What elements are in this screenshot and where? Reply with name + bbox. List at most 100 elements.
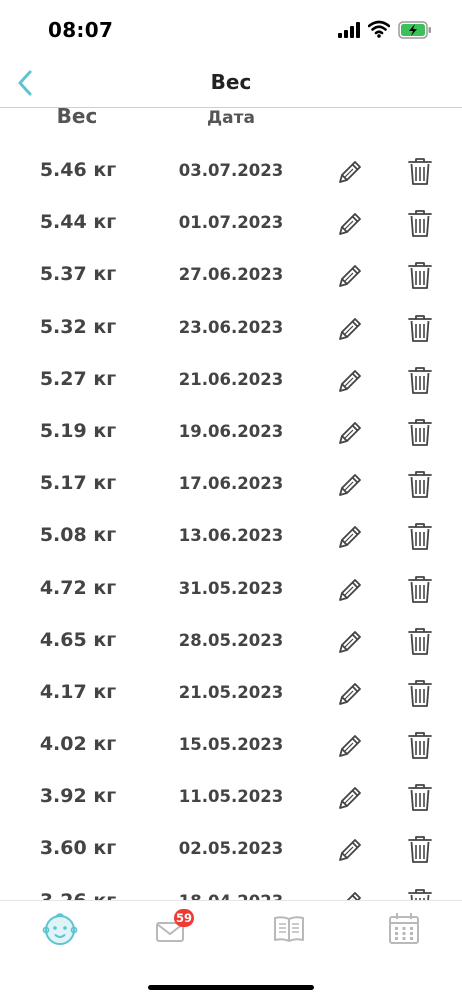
trash-icon	[405, 729, 435, 761]
pencil-icon	[335, 157, 365, 187]
wifi-icon	[368, 20, 390, 38]
weight-list[interactable]: Вес Дата 5.46 кг03.07.20235.44 кг01.07.2…	[0, 108, 462, 900]
column-header-weight: Вес	[40, 108, 114, 128]
date-value: 23.06.2023	[168, 318, 294, 337]
table-row: 5.44 кг01.07.2023	[0, 197, 462, 249]
trash-icon	[405, 259, 435, 291]
trash-icon	[405, 155, 435, 187]
trash-icon	[405, 573, 435, 605]
delete-button[interactable]	[405, 259, 435, 291]
weight-value: 5.19 кг	[18, 420, 138, 442]
page-title: Вес	[0, 70, 462, 94]
date-value: 28.05.2023	[168, 631, 294, 650]
status-bar: 08:07	[0, 0, 462, 60]
table-row: 3.60 кг 02.05.2023	[0, 823, 462, 875]
battery-charging-icon	[398, 21, 432, 39]
cellular-signal-icon	[338, 22, 362, 38]
delete-button[interactable]	[405, 886, 435, 900]
date-value: 19.06.2023	[168, 422, 294, 441]
pencil-icon	[335, 888, 365, 900]
pencil-icon	[335, 418, 365, 448]
delete-button[interactable]	[405, 729, 435, 761]
edit-button[interactable]	[335, 418, 365, 448]
pencil-icon	[335, 261, 365, 291]
edit-button[interactable]	[335, 575, 365, 605]
calendar-icon	[388, 911, 420, 945]
tab-bar: 59	[0, 900, 462, 1001]
edit-button[interactable]	[335, 888, 365, 900]
book-icon	[272, 911, 306, 945]
table-row: 5.17 кг 17.06.2023	[0, 458, 462, 510]
delete-button[interactable]	[405, 155, 435, 187]
edit-button[interactable]	[335, 261, 365, 291]
delete-button[interactable]	[405, 520, 435, 552]
column-headers: Вес Дата	[0, 108, 462, 144]
trash-icon	[405, 520, 435, 552]
weight-value: 3.60 кг	[18, 837, 138, 859]
edit-button[interactable]	[335, 366, 365, 396]
edit-button[interactable]	[335, 314, 365, 344]
date-value: 21.06.2023	[168, 370, 294, 389]
navigation-bar: Вес	[0, 60, 462, 108]
table-row: 5.08 кг 13.06.2023	[0, 510, 462, 562]
edit-button[interactable]	[335, 783, 365, 813]
date-value: 18.04.2023	[168, 892, 294, 900]
weight-value: 4.65 кг	[18, 629, 138, 651]
trash-icon	[405, 886, 435, 900]
tab-baby[interactable]	[30, 911, 90, 951]
weight-value: 5.08 кг	[18, 524, 138, 546]
weight-rows: 5.46 кг03.07.20235.44 кг01.07.20235.37 к…	[0, 145, 462, 900]
pencil-icon	[335, 627, 365, 657]
trash-icon	[405, 468, 435, 500]
delete-button[interactable]	[405, 573, 435, 605]
pencil-icon	[335, 731, 365, 761]
messages-badge: 59	[174, 909, 194, 927]
trash-icon	[405, 677, 435, 709]
edit-button[interactable]	[335, 209, 365, 239]
pencil-icon	[335, 679, 365, 709]
table-row: 3.92 кг11.05.2023	[0, 771, 462, 823]
pencil-icon	[335, 835, 365, 865]
pencil-icon	[335, 470, 365, 500]
delete-button[interactable]	[405, 468, 435, 500]
delete-button[interactable]	[405, 625, 435, 657]
edit-button[interactable]	[335, 157, 365, 187]
delete-button[interactable]	[405, 312, 435, 344]
pencil-icon	[335, 575, 365, 605]
delete-button[interactable]	[405, 833, 435, 865]
delete-button[interactable]	[405, 677, 435, 709]
table-row: 5.27 кг 21.06.2023	[0, 354, 462, 406]
edit-button[interactable]	[335, 679, 365, 709]
weight-value: 4.17 кг	[18, 681, 138, 703]
date-value: 13.06.2023	[168, 526, 294, 545]
delete-button[interactable]	[405, 207, 435, 239]
table-row: 4.02 кг15.05.2023	[0, 719, 462, 771]
edit-button[interactable]	[335, 627, 365, 657]
status-time: 08:07	[48, 18, 113, 42]
home-indicator	[148, 985, 314, 990]
edit-button[interactable]	[335, 731, 365, 761]
weight-value: 5.27 кг	[18, 368, 138, 390]
trash-icon	[405, 416, 435, 448]
delete-button[interactable]	[405, 781, 435, 813]
trash-icon	[405, 207, 435, 239]
edit-button[interactable]	[335, 522, 365, 552]
pencil-icon	[335, 522, 365, 552]
edit-button[interactable]	[335, 835, 365, 865]
delete-button[interactable]	[405, 416, 435, 448]
date-value: 02.05.2023	[168, 839, 294, 858]
tab-book[interactable]	[259, 911, 319, 951]
weight-value: 5.46 кг	[18, 159, 138, 181]
weight-value: 5.17 кг	[18, 472, 138, 494]
date-value: 11.05.2023	[168, 787, 294, 806]
weight-value: 5.37 кг	[18, 263, 138, 285]
table-row: 4.17 кг 21.05.2023	[0, 667, 462, 719]
date-value: 21.05.2023	[168, 683, 294, 702]
trash-icon	[405, 625, 435, 657]
delete-button[interactable]	[405, 364, 435, 396]
tab-calendar[interactable]	[374, 911, 434, 951]
table-row: 5.19 кг 19.06.2023	[0, 406, 462, 458]
edit-button[interactable]	[335, 470, 365, 500]
date-value: 17.06.2023	[168, 474, 294, 493]
trash-icon	[405, 833, 435, 865]
